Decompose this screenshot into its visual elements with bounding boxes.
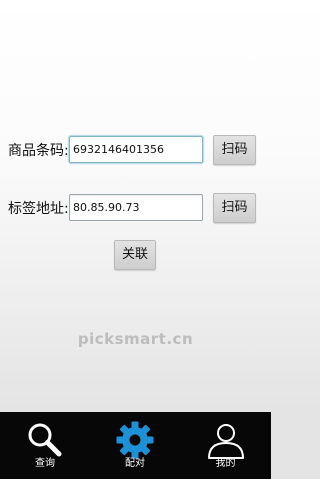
tag-address-input[interactable] bbox=[69, 194, 203, 221]
tab-query[interactable]: 查询 bbox=[0, 412, 90, 479]
barcode-scan-button[interactable]: 扫码 bbox=[213, 135, 256, 165]
tab-pair-label: 配对 bbox=[125, 458, 145, 469]
bottom-nav: 查询 配对 我的 bbox=[0, 412, 271, 479]
gear-icon bbox=[115, 420, 155, 460]
tag-address-scan-button[interactable]: 扫码 bbox=[213, 193, 256, 223]
user-icon bbox=[206, 420, 246, 460]
tab-query-label: 查询 bbox=[35, 458, 55, 469]
barcode-input[interactable] bbox=[69, 136, 203, 163]
tag-address-label: 标签地址: bbox=[8, 201, 69, 217]
tab-pair[interactable]: 配对 bbox=[90, 412, 180, 479]
barcode-label: 商品条码: bbox=[8, 143, 69, 159]
tab-mine-label: 我的 bbox=[215, 458, 236, 469]
search-icon bbox=[25, 420, 65, 460]
watermark: picksmart.cn bbox=[77, 330, 194, 348]
tab-mine[interactable]: 我的 bbox=[180, 412, 271, 479]
link-button[interactable]: 关联 bbox=[114, 240, 156, 270]
tag-address-row: 标签地址: 扫码 bbox=[0, 193, 271, 224]
barcode-row: 商品条码: 扫码 bbox=[0, 135, 271, 166]
